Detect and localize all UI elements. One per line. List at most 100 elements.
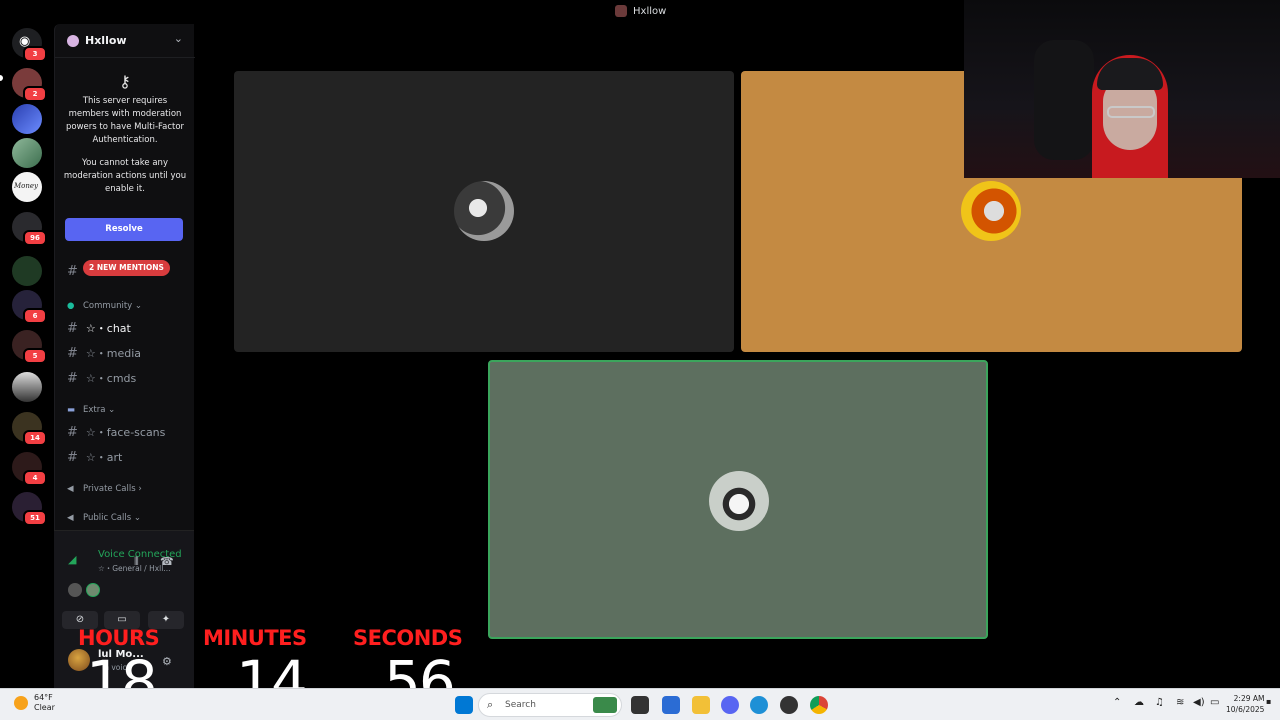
gamepad-icon: ✦ xyxy=(161,614,171,625)
hash-icon: # xyxy=(67,264,78,279)
participant-avatar xyxy=(68,583,82,597)
disconnect-icon[interactable]: ☎ xyxy=(160,555,174,568)
webcam-overlay xyxy=(964,0,1280,178)
weather-widget[interactable]: 64°F Clear xyxy=(34,693,55,713)
discord-home-button[interactable]: ◉ 3 xyxy=(12,28,47,62)
window-title-text: Hxllow xyxy=(633,6,667,17)
server-icon-money[interactable]: Money xyxy=(12,172,42,202)
channel-item-media[interactable]: # ☆・media xyxy=(67,345,141,361)
window-title: Hxllow xyxy=(615,5,666,17)
weather-condition: Clear xyxy=(34,703,55,712)
server-folder[interactable]: 5 xyxy=(12,330,47,364)
chair xyxy=(1034,40,1094,160)
resolve-button[interactable]: Resolve xyxy=(65,218,183,241)
system-clock[interactable]: 2:29 AM 10/6/2025 xyxy=(1226,693,1264,715)
hash-icon: # xyxy=(67,371,78,386)
chevron-down-icon: ⌄ xyxy=(173,32,183,45)
participant-avatar xyxy=(454,181,514,241)
weather-icon[interactable] xyxy=(14,696,28,710)
server-folder[interactable]: 6 xyxy=(12,290,47,324)
server-icon xyxy=(615,5,627,17)
timer-seconds-label: SECONDS xyxy=(353,626,463,650)
timer-minutes-label: MINUTES xyxy=(203,626,307,650)
server-header[interactable]: Hxllow ⌄ xyxy=(55,24,195,58)
unread-badge: 6 xyxy=(23,308,47,324)
channel-item-face-scans[interactable]: # ☆・face-scans xyxy=(67,424,165,440)
money-label: Money xyxy=(14,182,38,190)
camera-off-icon: ⊘ xyxy=(75,614,85,625)
server-icon[interactable] xyxy=(12,372,42,402)
file-explorer-icon[interactable] xyxy=(692,696,710,714)
unread-badge: 3 xyxy=(23,46,47,62)
participant-avatar xyxy=(709,471,769,531)
server-rail: ◉ 3 2 Money 96 6 5 14 4 51 xyxy=(0,24,54,688)
settings-gear-icon[interactable]: ⚙ xyxy=(162,655,172,668)
search-icon: ⌕ xyxy=(487,698,494,711)
mfa-notice-text: This server requires members with modera… xyxy=(65,96,185,145)
taskbar: 64°F Clear ⌕ Search ⌃ ☁ ♫ ≋ ◀) ▭ 2:29 AM… xyxy=(0,688,1280,720)
screen: { "window": { "title": "Hxllow" }, "serv… xyxy=(0,0,1280,720)
store-icon[interactable] xyxy=(662,696,680,714)
app-icon[interactable] xyxy=(780,696,798,714)
search-highlight-icon xyxy=(593,697,617,713)
server-folder[interactable]: 96 xyxy=(12,212,47,246)
wifi-icon[interactable]: ≋ xyxy=(1176,697,1184,708)
server-icon-hxllow[interactable]: 2 xyxy=(12,68,47,102)
edge-icon[interactable] xyxy=(750,696,768,714)
signal-icon[interactable]: ◢ xyxy=(68,553,76,566)
speaker-icon: ◀ xyxy=(67,513,74,523)
channel-label: ☆・media xyxy=(85,347,142,360)
channel-item-art[interactable]: # ☆・art xyxy=(67,449,122,465)
server-icon[interactable] xyxy=(12,138,42,168)
server-icon[interactable] xyxy=(12,104,42,134)
timer-hours-label: HOURS xyxy=(78,626,160,650)
server-folder[interactable]: 51 xyxy=(12,492,47,526)
channel-item-chat[interactable]: # ☆・chat xyxy=(67,320,131,336)
participant-tile[interactable] xyxy=(234,71,734,352)
category-private-calls[interactable]: ◀ Private Calls › xyxy=(67,484,142,494)
unread-badge: 96 xyxy=(23,230,47,246)
chevron-up-icon[interactable]: ⌃ xyxy=(1113,697,1121,708)
category-label: Extra xyxy=(83,405,106,415)
category-label: Community xyxy=(83,301,133,311)
search-box[interactable]: ⌕ Search xyxy=(478,693,622,717)
server-name: Hxllow xyxy=(85,34,127,47)
hash-icon: # xyxy=(67,346,78,361)
microphone-icon[interactable]: ♫ xyxy=(1155,697,1164,708)
task-view-icon[interactable] xyxy=(631,696,649,714)
cloud-icon[interactable]: ☁ xyxy=(1134,697,1144,708)
new-mentions-pill[interactable]: 2 NEW MENTIONS xyxy=(83,260,170,276)
search-placeholder: Search xyxy=(505,700,536,710)
volume-icon[interactable]: ◀) xyxy=(1193,697,1205,708)
key-icon: ⚷ xyxy=(119,72,131,91)
category-extra[interactable]: ▬ Extra ⌄ xyxy=(67,405,115,415)
noise-suppression-icon[interactable]: ⦀ xyxy=(134,555,139,569)
battery-icon[interactable]: ▭ xyxy=(1210,697,1219,708)
channel-label: ☆・chat xyxy=(85,322,131,335)
participant-avatar xyxy=(961,181,1021,241)
server-folder[interactable]: 14 xyxy=(12,412,47,446)
chrome-icon[interactable] xyxy=(810,696,828,714)
server-folder[interactable] xyxy=(12,256,42,286)
participant-tile-speaking[interactable] xyxy=(488,360,988,639)
weather-temp: 64°F xyxy=(34,693,53,702)
notification-icon[interactable]: ▪ xyxy=(1266,697,1271,706)
hash-icon: # xyxy=(67,321,78,336)
unread-badge: 2 xyxy=(23,86,47,102)
windows-start-icon[interactable] xyxy=(455,696,473,714)
category-label: Public Calls xyxy=(83,513,132,523)
unread-badge: 4 xyxy=(23,470,47,486)
category-community[interactable]: ● Community ⌄ xyxy=(67,301,142,311)
channel-label: ☆・cmds xyxy=(85,372,137,385)
channel-item-cmds[interactable]: # ☆・cmds xyxy=(67,370,136,386)
channel-label: ☆・art xyxy=(85,451,123,464)
discord-icon[interactable] xyxy=(721,696,739,714)
person-glasses xyxy=(1107,106,1155,118)
server-emblem-icon xyxy=(67,35,79,47)
unread-badge: 51 xyxy=(23,510,47,526)
unread-badge: 14 xyxy=(23,430,47,446)
server-folder[interactable]: 4 xyxy=(12,452,47,486)
unread-badge: 5 xyxy=(23,348,47,364)
category-public-calls[interactable]: ◀ Public Calls ⌄ xyxy=(67,513,141,523)
mfa-notice: ⚷ This server requires members with mode… xyxy=(55,60,195,206)
